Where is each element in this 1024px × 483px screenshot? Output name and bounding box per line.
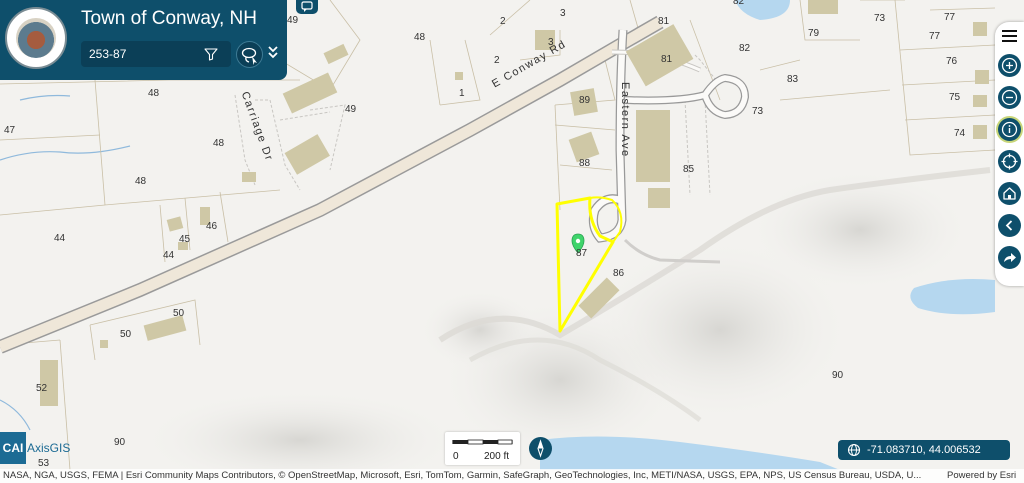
parcel-label: 50: [173, 308, 185, 319]
parcel-label: 73: [874, 13, 886, 24]
parcel-search-input[interactable]: [89, 45, 199, 63]
parcel-label: 75: [949, 92, 961, 103]
parcel-label: 48: [414, 32, 426, 43]
attribution-text: NASA, NGA, USGS, FEMA | Esri Community M…: [3, 470, 922, 481]
parcel-label: 77: [944, 12, 956, 23]
app-header: Town of Conway, NH: [0, 0, 287, 80]
menu-button[interactable]: [1000, 28, 1019, 44]
lasso-select-icon: [241, 47, 257, 65]
parcel-label: 44: [54, 233, 66, 244]
parcel-label: 77: [929, 31, 941, 42]
parcel-label: 45: [179, 234, 191, 245]
crosshair-icon: [1001, 153, 1018, 170]
coordinate-readout: -71.083710, 44.006532: [838, 440, 1010, 460]
parcel-label: 76: [946, 56, 958, 67]
home-button[interactable]: [998, 182, 1021, 205]
powered-by-esri-link[interactable]: Powered by Esri: [947, 470, 1016, 481]
parcel-label: 89: [579, 95, 591, 106]
parcel-label: 90: [114, 437, 126, 448]
chat-button[interactable]: [296, 0, 318, 14]
parcel-label: 2: [500, 16, 506, 27]
parcel-label: 44: [163, 250, 175, 261]
filter-icon[interactable]: [203, 46, 219, 62]
cai-axisgis-logo: CAI AxisGIS: [0, 432, 75, 464]
locate-button[interactable]: [998, 150, 1021, 173]
scale-zero: 0: [453, 451, 459, 462]
collapse-button[interactable]: [998, 214, 1021, 237]
compass-button[interactable]: [529, 437, 552, 460]
parcel-label: 74: [954, 128, 966, 139]
parcel-label: 1: [459, 88, 465, 99]
parcel-label: 82: [733, 0, 745, 7]
parcel-label: 48: [135, 176, 147, 187]
parcel-label: 50: [120, 329, 132, 340]
chevron-down-double-icon[interactable]: [266, 44, 280, 62]
parcel-label: 83: [787, 74, 799, 85]
parcel-label: 88: [579, 158, 591, 169]
minus-icon: [1001, 89, 1018, 106]
axisgis-logo: AxisGIS: [27, 441, 71, 455]
parcel-label: 81: [658, 16, 670, 27]
parcel-label: 82: [739, 43, 751, 54]
home-icon: [1003, 187, 1016, 200]
scale-bar: 0 200 ft: [445, 432, 520, 465]
chevron-left-icon: [1005, 220, 1013, 231]
zoom-in-button[interactable]: [998, 54, 1021, 77]
parcel-label: 86: [613, 268, 625, 279]
share-arrow-icon: [1004, 253, 1016, 262]
parcel-label: 49: [345, 104, 357, 115]
app-title: Town of Conway, NH: [81, 8, 257, 29]
scale-distance: 200 ft: [484, 451, 510, 462]
parcel-search-box[interactable]: [81, 41, 231, 67]
parcel-label: 79: [808, 28, 820, 39]
parcel-label: 81: [661, 54, 673, 65]
select-tool-button[interactable]: [236, 41, 263, 68]
parcel-label: 87: [576, 248, 588, 259]
compass-icon: [537, 439, 544, 458]
coordinate-text: -71.083710, 44.006532: [867, 444, 981, 456]
attribution-bar: NASA, NGA, USGS, FEMA | Esri Community M…: [0, 469, 1024, 483]
parcel-label: 47: [4, 125, 16, 136]
cai-logo: CAI: [0, 432, 26, 464]
town-seal-logo: [5, 7, 67, 69]
map-toolbar: [995, 22, 1024, 286]
parcel-label: 48: [148, 88, 160, 99]
info-icon: [1001, 121, 1018, 138]
parcel-label: 2: [494, 55, 500, 66]
scale-bar-graphic: [452, 439, 513, 445]
parcel-label: 90: [832, 370, 844, 381]
parcel-label: 46: [206, 221, 218, 232]
parcel-label: 49: [287, 15, 299, 26]
parcel-label: 3: [560, 8, 566, 19]
road-label-eastern-ave: Eastern Ave: [619, 82, 631, 158]
parcel-label: 85: [683, 164, 695, 175]
plus-icon: [1001, 57, 1018, 74]
chat-icon: [301, 1, 313, 12]
identify-button[interactable]: [998, 118, 1021, 141]
globe-icon: [847, 443, 861, 457]
parcel-label: 52: [36, 383, 48, 394]
share-button[interactable]: [998, 246, 1021, 269]
zoom-out-button[interactable]: [998, 86, 1021, 109]
parcel-label: 73: [752, 106, 764, 117]
hamburger-menu-icon: [1002, 30, 1017, 42]
parcel-label: 48: [213, 138, 225, 149]
parcel-label: 3: [548, 37, 554, 48]
